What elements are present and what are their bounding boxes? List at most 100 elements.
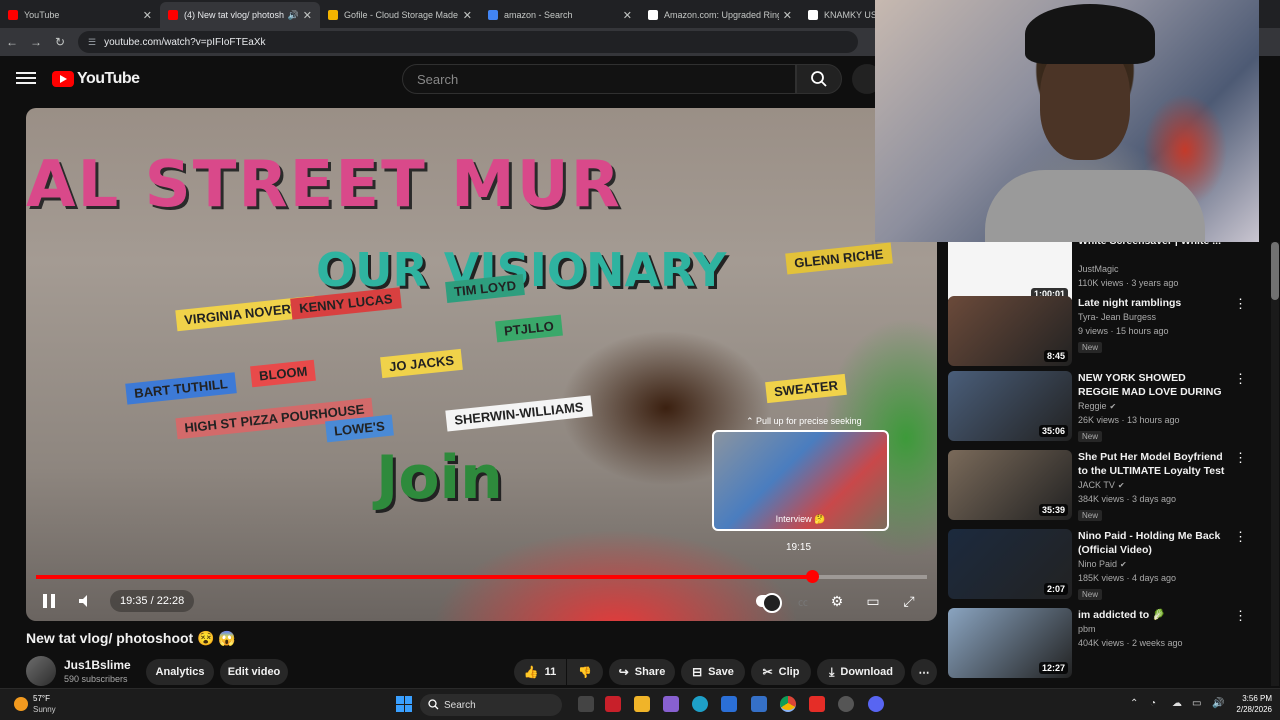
- browser-tab[interactable]: Gofile - Cloud Storage Made Si ✕: [320, 2, 480, 28]
- video-player[interactable]: AL STREET MUR OUR VISIONARY Join VIRGINI…: [26, 108, 937, 621]
- onedrive-icon[interactable]: ☁: [1172, 698, 1182, 709]
- recommended-channel[interactable]: Nino Paid: [1078, 559, 1117, 569]
- pause-button[interactable]: [36, 590, 62, 612]
- download-button[interactable]: ⤓ Download: [817, 659, 905, 685]
- bookmark-icon: ⊟: [692, 665, 703, 679]
- autoplay-toggle[interactable]: [756, 593, 782, 613]
- recommended-video[interactable]: 35:39 She Put Her Model Boyfriend to the …: [948, 450, 1270, 522]
- video-thumbnail[interactable]: 8:45: [948, 296, 1072, 366]
- recommended-title[interactable]: NEW YORK SHOWED REGGIE MAD LOVE DURING H…: [1078, 371, 1228, 399]
- site-info-icon[interactable]: ☰: [88, 37, 96, 48]
- sun-icon[interactable]: [14, 697, 28, 711]
- browser-tab[interactable]: YouTube ✕: [0, 2, 160, 28]
- browser-tab[interactable]: (4) New tat vlog/ photosho 🔊 ✕: [160, 2, 320, 28]
- share-button[interactable]: ↪ Share: [609, 659, 675, 685]
- recommended-channel[interactable]: pbm: [1078, 624, 1096, 634]
- search-button[interactable]: [796, 64, 842, 94]
- seek-hint: ⌃ Pull up for precise seeking: [746, 416, 862, 426]
- app-icon[interactable]: [838, 696, 854, 712]
- discord-icon[interactable]: [868, 696, 884, 712]
- reload-icon[interactable]: ↻: [48, 35, 72, 49]
- taskbar-search[interactable]: Search: [420, 694, 562, 716]
- hamburger-menu-icon[interactable]: [16, 69, 36, 89]
- recommended-channel[interactable]: JACK TV: [1078, 480, 1115, 490]
- video-thumbnail[interactable]: 1:00:01: [948, 242, 1072, 304]
- network-icon[interactable]: ◔: [1150, 698, 1156, 709]
- save-button[interactable]: ⊟ Save: [681, 659, 745, 685]
- back-icon[interactable]: ←: [0, 35, 24, 49]
- video-thumbnail[interactable]: 35:06: [948, 371, 1072, 441]
- download-label: Download: [840, 666, 893, 678]
- youtube-logo[interactable]: YouTube: [52, 70, 140, 88]
- address-bar[interactable]: ☰ youtube.com/watch?v=pIFIoFTEaXk: [78, 31, 858, 53]
- recommended-channel[interactable]: Tyra- Jean Burgess: [1078, 312, 1156, 322]
- clip-button[interactable]: ✂ Clip: [751, 659, 811, 685]
- tab-close-icon[interactable]: ✕: [303, 9, 312, 22]
- more-vertical-icon[interactable]: ⋮: [1234, 450, 1247, 466]
- channel-avatar[interactable]: [26, 656, 56, 686]
- clock-time[interactable]: 3:56 PM: [1236, 694, 1272, 703]
- tab-close-icon[interactable]: ✕: [143, 9, 152, 22]
- display-icon[interactable]: ▭: [1192, 698, 1201, 709]
- sidebar-scrollbar[interactable]: [1271, 242, 1279, 686]
- recommended-meta: 26K views · 13 hours ago: [1078, 415, 1180, 425]
- tab-close-icon[interactable]: ✕: [623, 9, 632, 22]
- chevron-up-icon[interactable]: ⌃: [1130, 698, 1138, 709]
- mute-button[interactable]: [72, 590, 98, 612]
- recommended-channel[interactable]: JustMagic: [1078, 264, 1119, 274]
- more-vertical-icon[interactable]: ⋮: [1234, 371, 1247, 387]
- forward-icon[interactable]: →: [24, 35, 48, 49]
- dislike-button[interactable]: 👎: [567, 659, 603, 685]
- recommended-title[interactable]: Late night ramblings: [1078, 296, 1228, 310]
- task-view-icon[interactable]: [578, 696, 594, 712]
- analytics-button[interactable]: Analytics: [146, 659, 214, 685]
- captions-button[interactable]: ㏄: [790, 590, 816, 612]
- like-button[interactable]: 👍 11: [514, 659, 566, 685]
- settings-button[interactable]: ⚙: [824, 590, 850, 612]
- windows-start-icon[interactable]: [396, 696, 412, 712]
- more-vertical-icon[interactable]: ⋮: [1234, 529, 1247, 545]
- recommended-title[interactable]: im addicted to 🥬: [1078, 608, 1228, 622]
- youtube-app-icon[interactable]: [809, 696, 825, 712]
- video-thumbnail[interactable]: 2:07: [948, 529, 1072, 599]
- more-vertical-icon[interactable]: ⋮: [1234, 608, 1247, 624]
- scrollbar-thumb[interactable]: [1271, 242, 1279, 300]
- video-title: New tat vlog/ photoshoot 😵 😱: [26, 630, 236, 646]
- adobe-icon[interactable]: [605, 696, 621, 712]
- recommended-video[interactable]: 2:07 Nino Paid - Holding Me Back (Officia…: [948, 529, 1270, 601]
- theater-mode-button[interactable]: ▭: [860, 590, 886, 612]
- scrubber-handle[interactable]: [806, 570, 820, 583]
- edit-video-button[interactable]: Edit video: [220, 659, 288, 685]
- recommended-title[interactable]: Nino Paid - Holding Me Back (Official Vi…: [1078, 529, 1228, 557]
- recommended-video[interactable]: 8:45 Late night ramblings Tyra- Jean Burge…: [948, 296, 1270, 368]
- weather-temperature[interactable]: 57°F: [33, 694, 50, 703]
- store-icon[interactable]: [721, 696, 737, 712]
- browser-tab[interactable]: Amazon.com: Upgraded Ring L ✕: [640, 2, 800, 28]
- recommended-title[interactable]: She Put Her Model Boyfriend to the ULTIM…: [1078, 450, 1228, 478]
- search-input[interactable]: Search: [402, 64, 796, 94]
- weather-condition[interactable]: Sunny: [33, 705, 56, 714]
- more-actions-button[interactable]: ⋯: [911, 659, 937, 685]
- edge-icon[interactable]: [692, 696, 708, 712]
- tab-close-icon[interactable]: ✕: [783, 9, 792, 22]
- speaker-icon[interactable]: 🔊: [1212, 698, 1224, 709]
- chrome-icon[interactable]: [780, 696, 796, 712]
- recommended-video[interactable]: 35:06 NEW YORK SHOWED REGGIE MAD LOVE DUR…: [948, 371, 1270, 443]
- progress-played: [36, 575, 813, 579]
- tab-audio-icon[interactable]: 🔊: [288, 10, 299, 21]
- browser-tab[interactable]: amazon - Search ✕: [480, 2, 640, 28]
- file-explorer-icon[interactable]: [634, 696, 650, 712]
- recommended-title[interactable]: White Screensaver | White ...: [1078, 242, 1228, 248]
- channel-name[interactable]: Jus1Bslime: [64, 658, 131, 672]
- tab-close-icon[interactable]: ✕: [463, 9, 472, 22]
- recommended-channel[interactable]: Reggie: [1078, 401, 1107, 411]
- progress-bar[interactable]: [36, 570, 927, 583]
- video-thumbnail[interactable]: 12:27: [948, 608, 1072, 678]
- mail-icon[interactable]: [751, 696, 767, 712]
- video-thumbnail[interactable]: 35:39: [948, 450, 1072, 520]
- more-vertical-icon[interactable]: ⋮: [1234, 296, 1247, 312]
- recommended-video[interactable]: 12:27 im addicted to 🥬 pbm 404K views · 2 w…: [948, 608, 1270, 680]
- copilot-icon[interactable]: [663, 696, 679, 712]
- fullscreen-button[interactable]: ⤢: [896, 590, 922, 612]
- clock-date[interactable]: 2/28/2026: [1226, 705, 1272, 714]
